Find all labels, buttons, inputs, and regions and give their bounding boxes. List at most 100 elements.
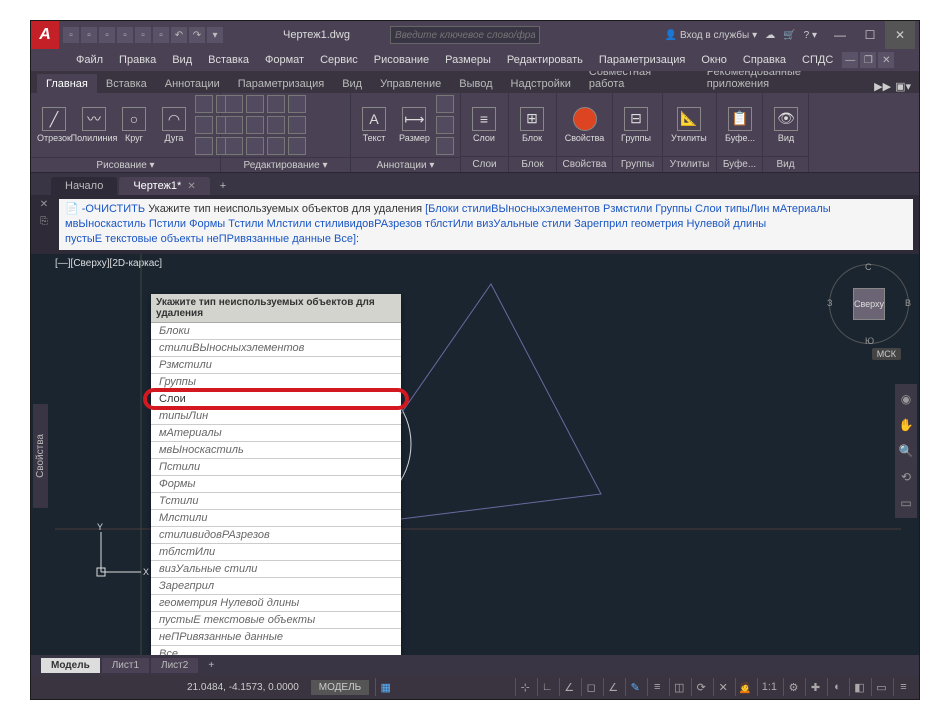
ortho-icon[interactable]: ∟: [537, 678, 557, 696]
nav-orbit-icon[interactable]: ⟲: [897, 468, 915, 486]
text-button[interactable]: AТекст: [355, 105, 393, 145]
qat-new-icon[interactable]: ▫: [63, 27, 79, 43]
menu-размеры[interactable]: Размеры: [438, 52, 498, 68]
purge-option-0[interactable]: Блоки: [151, 323, 401, 340]
ribbon-search-icon[interactable]: ▶▶: [874, 80, 891, 93]
utilities-button[interactable]: 📐Утилиты: [667, 105, 711, 145]
ribbon-tab-6[interactable]: Вывод: [450, 74, 501, 93]
purge-option-19[interactable]: Все: [151, 646, 401, 655]
layout-tab-0[interactable]: Модель: [41, 658, 100, 673]
qat-undo-icon[interactable]: ↶: [171, 27, 187, 43]
purge-option-9[interactable]: Формы: [151, 476, 401, 493]
commandline[interactable]: 📄 -ОЧИСТИТЬ Укажите тип неиспользуемых о…: [59, 199, 913, 250]
ribbon-tab-7[interactable]: Надстройки: [502, 74, 580, 93]
minimize-button[interactable]: —: [825, 21, 855, 49]
search-input[interactable]: [390, 26, 540, 44]
purge-option-16[interactable]: геометрия Нулевой длины: [151, 595, 401, 612]
purge-option-8[interactable]: Пстили: [151, 459, 401, 476]
ribbon-tab-3[interactable]: Параметризация: [229, 74, 333, 93]
cmd-pin-icon[interactable]: ⎘: [37, 216, 51, 230]
autodesk-app-icon[interactable]: 🛒: [783, 30, 795, 41]
otrack-icon[interactable]: ∠: [603, 678, 623, 696]
circle-button[interactable]: ○Круг: [115, 105, 153, 145]
qat-open-icon[interactable]: ▫: [81, 27, 97, 43]
modify-tool-icon[interactable]: [267, 116, 285, 134]
panel-title-modify[interactable]: Редактирование ▾: [221, 157, 350, 172]
annot-tool-icon[interactable]: [436, 95, 454, 113]
menu-рисование[interactable]: Рисование: [367, 52, 436, 68]
gear-icon[interactable]: ⚙: [783, 678, 803, 696]
qat-save-icon[interactable]: ▫: [99, 27, 115, 43]
modify-tool-icon[interactable]: [246, 116, 264, 134]
app-logo-icon[interactable]: A: [31, 21, 59, 49]
annot-tool-icon[interactable]: [436, 137, 454, 155]
purge-option-4[interactable]: Слои: [151, 391, 401, 408]
menu-спдс[interactable]: СПДС: [795, 52, 840, 68]
dyninput-icon[interactable]: ✎: [625, 678, 645, 696]
layout-tab-2[interactable]: Лист2: [151, 658, 198, 673]
purge-option-13[interactable]: тблстИли: [151, 544, 401, 561]
ribbon-tab-1[interactable]: Вставка: [97, 74, 156, 93]
purge-option-17[interactable]: пустыЕ текстовые объекты: [151, 612, 401, 629]
menu-сервис[interactable]: Сервис: [313, 52, 365, 68]
purge-option-15[interactable]: Зарегприл: [151, 578, 401, 595]
osnap-icon[interactable]: ◻: [581, 678, 601, 696]
file-tab[interactable]: Чертеж1* ✕: [119, 177, 209, 195]
modify-tool-icon[interactable]: [288, 137, 306, 155]
doc-restore-icon[interactable]: ❐: [860, 52, 876, 68]
menu-формат[interactable]: Формат: [258, 52, 311, 68]
modify-tool-icon[interactable]: [267, 95, 285, 113]
draw-tool-icon[interactable]: [195, 116, 213, 134]
annoscale-icon[interactable]: 🙍: [735, 678, 755, 696]
help-icon[interactable]: ? ▾: [804, 30, 817, 41]
ucs-icon[interactable]: X Y: [91, 522, 151, 582]
purge-option-18[interactable]: неПРивязанные данные: [151, 629, 401, 646]
file-tab[interactable]: Начало: [51, 177, 117, 195]
cmd-close-icon[interactable]: ✕: [37, 199, 51, 213]
cycling-icon[interactable]: ⟳: [691, 678, 711, 696]
isolate-icon[interactable]: ◐: [827, 678, 847, 696]
purge-option-7[interactable]: мвЫноскастиль: [151, 442, 401, 459]
menu-параметризация[interactable]: Параметризация: [592, 52, 692, 68]
menu-окно[interactable]: Окно: [694, 52, 734, 68]
scale-label[interactable]: 1:1: [757, 678, 781, 696]
maximize-button[interactable]: ☐: [855, 21, 885, 49]
draw-tool-icon[interactable]: [195, 95, 213, 113]
panel-title-draw[interactable]: Рисование ▾: [31, 157, 220, 172]
close-button[interactable]: ✕: [885, 21, 915, 49]
menu-редактировать[interactable]: Редактировать: [500, 52, 590, 68]
purge-option-6[interactable]: мАтериалы: [151, 425, 401, 442]
polar-icon[interactable]: ∠: [559, 678, 579, 696]
modify-tool-icon[interactable]: [288, 95, 306, 113]
purge-option-1[interactable]: стилиВЫносныхэлементов: [151, 340, 401, 357]
purge-option-2[interactable]: Рзмстили: [151, 357, 401, 374]
qat-web-icon[interactable]: ▫: [135, 27, 151, 43]
snap-icon[interactable]: ⊹: [515, 678, 535, 696]
viewcube[interactable]: С Ю З В Сверху: [829, 264, 909, 344]
lineweight-icon[interactable]: ≡: [647, 678, 667, 696]
arc-button[interactable]: ◠Дуга: [155, 105, 193, 145]
coord-system-badge[interactable]: МСК: [872, 348, 901, 360]
menu-правка[interactable]: Правка: [112, 52, 163, 68]
modify-tool-icon[interactable]: [267, 137, 285, 155]
file-tab-add[interactable]: +: [212, 177, 234, 195]
workspace-icon[interactable]: ✚: [805, 678, 825, 696]
clipboard-button[interactable]: 📋Буфе...: [721, 105, 759, 145]
groups-button[interactable]: ⊟Группы: [617, 105, 655, 145]
purge-option-11[interactable]: Млстили: [151, 510, 401, 527]
draw-tool-icon[interactable]: [195, 137, 213, 155]
panel-title-annot[interactable]: Аннотации ▾: [351, 157, 460, 172]
polyline-button[interactable]: 〰Полилиния: [75, 105, 113, 145]
modify-tool-icon[interactable]: [225, 116, 243, 134]
purge-option-12[interactable]: стиливидовРАзрезов: [151, 527, 401, 544]
exchange-icon[interactable]: ☁: [765, 30, 775, 41]
block-button[interactable]: ⊞Блок: [513, 105, 551, 145]
nav-show-icon[interactable]: ▭: [897, 494, 915, 512]
cleanscreen-icon[interactable]: ▭: [871, 678, 891, 696]
nav-pan-icon[interactable]: ✋: [897, 416, 915, 434]
menu-файл[interactable]: Файл: [69, 52, 110, 68]
menu-справка[interactable]: Справка: [736, 52, 793, 68]
modify-tool-icon[interactable]: [288, 116, 306, 134]
nav-zoom-icon[interactable]: 🔍: [897, 442, 915, 460]
line-button[interactable]: ╱Отрезок: [35, 105, 73, 145]
